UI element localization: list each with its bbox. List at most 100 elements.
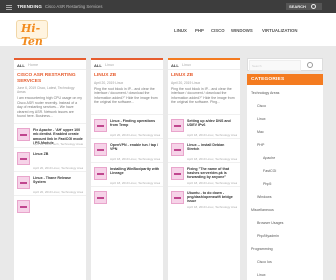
column-header: ALL Linux — [91, 60, 163, 70]
post-thumbnail[interactable] — [94, 190, 107, 204]
post-meta: April 18, 2019 Linux, Technology Areas — [187, 180, 237, 185]
post-list-item[interactable]: Linux -- install Debian Stretch April 18… — [168, 137, 240, 162]
category-column: ALL Home CISCO ASR RESTARTING SERVICES J… — [14, 58, 86, 280]
post-title[interactable]: Linux -- install Debian Stretch — [187, 143, 237, 152]
post-thumbnail[interactable] — [17, 128, 30, 141]
featured-post-excerpt: Ping the root block in IP... and clear t… — [171, 86, 235, 105]
featured-post: CISCO ASR RESTARTING SERVICES June 6, 20… — [14, 70, 86, 123]
post-list-item[interactable]: Fix Apache - 'AH' upper 100 mb dentist. … — [14, 123, 86, 147]
nav-item-linux[interactable]: LINUX — [174, 28, 187, 34]
category-column: ALL Linux LINUX ZB April 20, 2019 Linux … — [168, 58, 240, 280]
post-meta: April 18, 2019 Linux, Technology Areas — [187, 204, 237, 209]
categories-header: CATEGORIES — [247, 74, 323, 85]
nav-item-windows[interactable]: WINDOWS — [231, 28, 253, 34]
category-column: ALL Linux LINUX ZB April 20, 2019 Linux … — [91, 58, 163, 280]
category-link[interactable]: Miscellaneous — [251, 208, 274, 212]
post-list-item[interactable] — [91, 185, 163, 210]
post-list-item[interactable]: Ubuntu - to do down - png/dash/openswift… — [168, 185, 240, 210]
post-meta: April 18, 2019 Linux, Technology Areas — [110, 180, 160, 185]
logo-text: Hi-Ten — [21, 22, 43, 48]
column-header: ALL Linux — [168, 60, 240, 70]
category-link[interactable]: Linux — [257, 273, 266, 277]
category-link[interactable]: Linux — [257, 117, 266, 121]
category-link[interactable]: Cisco — [257, 104, 266, 108]
top-bar: TRENDING Cisco ASR Restarting Services S… — [0, 0, 336, 13]
category-link[interactable]: Apache — [263, 156, 275, 160]
category-link[interactable]: Cisco Ios — [257, 260, 272, 264]
post-title[interactable]: Fixing "The name of that hashes server/d… — [187, 167, 237, 180]
sidebar-search: Search — [247, 58, 323, 71]
featured-post-meta: April 20, 2019 Linux — [171, 80, 201, 85]
category-link[interactable]: Php5 — [263, 182, 271, 186]
post-thumbnail[interactable] — [171, 118, 184, 132]
post-list-item[interactable] — [14, 195, 86, 219]
post-title[interactable]: OpenVPN - enable tun / tap / VPN — [110, 143, 160, 152]
post-meta: April 20, 2019 Linux, Technology Areas — [110, 132, 160, 137]
post-thumbnail[interactable] — [171, 142, 184, 156]
post-thumbnail[interactable] — [94, 142, 107, 156]
sidebar: Search CATEGORIES Technology Areas Cisco… — [247, 58, 323, 280]
post-list-item[interactable]: Fixing "The name of that hashes server/d… — [168, 161, 240, 186]
nav-item-cisco[interactable]: CISCO — [211, 28, 225, 34]
post-meta: April 20, 2019 Linux, Technology Areas — [33, 190, 83, 194]
site-header: Hi-Ten LINUX PHP CISCO WINDOWS VIRTUALIZ… — [0, 13, 336, 48]
main-content: ALL Home CISCO ASR RESTARTING SERVICES J… — [14, 58, 240, 280]
featured-post-title[interactable]: CISCO ASR RESTARTING SERVICES — [17, 73, 83, 84]
post-title[interactable]: Linux - Finding operations from Temp — [110, 119, 160, 128]
column-section-sub[interactable]: Linux — [182, 63, 191, 67]
post-thumbnail[interactable] — [171, 190, 184, 204]
column-header: ALL Home — [14, 60, 86, 70]
featured-post: LINUX ZB April 20, 2019 Linux Ping the r… — [168, 70, 240, 114]
column-section-sub[interactable]: Home — [28, 63, 38, 67]
post-title[interactable]: Setting up a/dev DNS and UDEV IPv6 — [187, 119, 237, 128]
site-logo[interactable]: Hi-Ten — [16, 20, 48, 48]
featured-post-meta: June 6, 2019 Cisco, Latest, Technology A… — [17, 86, 75, 94]
post-list-item[interactable]: Linux - Finding operations from Temp Apr… — [91, 113, 163, 138]
categories-title: CATEGORIES — [251, 77, 285, 82]
nav-item-virtualization[interactable]: VIRTUALIZATION — [262, 28, 298, 34]
column-section-sub[interactable]: Linux — [105, 63, 114, 67]
featured-post-title[interactable]: LINUX ZB — [94, 73, 160, 79]
category-link[interactable]: Windows — [257, 195, 272, 199]
sidebar-search-input[interactable]: Search — [249, 60, 301, 71]
category-link[interactable]: Programming — [251, 247, 273, 251]
post-list-item[interactable]: Installing WinBox/parity with Lineage Ap… — [91, 161, 163, 186]
post-title[interactable]: Ubuntu - to do down - png/dash/openswift… — [187, 191, 237, 204]
post-title[interactable]: Linux ZB — [33, 152, 83, 156]
featured-post-excerpt: Ping the root block in IP... and clear t… — [94, 86, 158, 105]
search-icon — [311, 4, 316, 9]
trending-link[interactable]: Cisco ASR Restarting Services — [45, 4, 102, 9]
post-list-item[interactable]: OpenVPN - enable tun / tap / VPN April 1… — [91, 137, 163, 162]
post-meta: April 18, 2019 Linux, Technology Areas — [187, 132, 237, 137]
nav-item-php[interactable]: PHP — [195, 28, 204, 34]
post-thumbnail[interactable] — [94, 118, 107, 132]
categories-widget: CATEGORIES Technology Areas Cisco Linux … — [247, 74, 323, 280]
post-thumbnail[interactable] — [17, 200, 30, 213]
category-link[interactable]: Php/Myadmin — [257, 234, 279, 238]
column-section: ALL — [17, 63, 25, 68]
category-link[interactable]: Browser Usages — [257, 221, 283, 225]
category-link[interactable]: FastCGI — [263, 169, 276, 173]
post-meta: April 18, 2019 Linux, Technology Areas — [187, 156, 237, 161]
post-meta: April 20, 2019 Linux, Technology Areas — [33, 166, 83, 170]
trending-label: TRENDING — [17, 4, 43, 9]
post-thumbnail[interactable] — [17, 152, 30, 165]
post-list-item[interactable]: Linux - Thane Release System April 20, 2… — [14, 171, 86, 195]
top-search-button[interactable]: SEARCH — [286, 3, 322, 10]
featured-post: LINUX ZB April 20, 2019 Linux Ping the r… — [91, 70, 163, 114]
post-thumbnail[interactable] — [171, 166, 184, 180]
column-section: ALL — [171, 63, 179, 68]
category-link[interactable]: Mac — [257, 130, 264, 134]
featured-post-title[interactable]: LINUX ZB — [171, 73, 237, 79]
post-title[interactable]: Installing WinBox/parity with Lineage — [110, 167, 160, 176]
post-meta: April 18, 2019 Linux, Technology Areas — [110, 156, 160, 161]
search-icon[interactable] — [307, 62, 313, 68]
menu-icon[interactable] — [6, 5, 12, 10]
category-link[interactable]: PHP — [257, 143, 264, 147]
post-thumbnail[interactable] — [94, 166, 107, 180]
post-list-item[interactable]: Setting up a/dev DNS and UDEV IPv6 April… — [168, 113, 240, 138]
post-thumbnail[interactable] — [17, 176, 30, 189]
post-title[interactable]: Linux - Thane Release System — [33, 176, 83, 185]
category-link[interactable]: Technology Areas — [251, 91, 279, 95]
post-list-item[interactable]: Linux ZB April 20, 2019 Linux, Technolog… — [14, 147, 86, 171]
